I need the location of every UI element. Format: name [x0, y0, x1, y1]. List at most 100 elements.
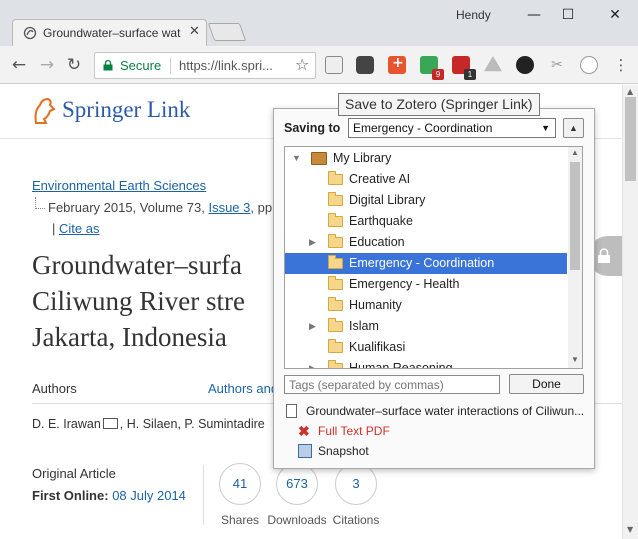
tab-close-icon[interactable]: ✕ — [189, 24, 200, 39]
tree-item-label: Human Reasoning — [349, 361, 453, 369]
scroll-up-icon[interactable]: ▲ — [627, 87, 633, 96]
metric-label: Citations — [332, 513, 380, 527]
tree-item-human-reasoning[interactable]: ▶ Human Reasoning — [285, 358, 567, 369]
tree-item-humanity[interactable]: Humanity — [285, 295, 567, 316]
tree-item-my-library[interactable]: ▼ My Library — [285, 148, 567, 169]
issue-guide-line — [35, 197, 45, 209]
tree-item-creative-ai[interactable]: Creative AI — [285, 169, 567, 190]
authors-line: D. E. Irawan , H. Silaen, P. Sumintadire — [32, 417, 265, 431]
issue-line: February 2015, Volume 73, Issue 3, pp — [48, 200, 272, 215]
cite-line: | Cite as — [52, 221, 100, 236]
done-button[interactable]: Done — [509, 374, 584, 394]
collapsed-twisty-icon[interactable]: ▶ — [309, 232, 316, 253]
collapse-tree-button[interactable]: ▲ — [563, 118, 584, 138]
folder-icon — [328, 276, 343, 290]
folder-icon — [328, 171, 343, 185]
tree-scrollbar[interactable]: ▲ ▼ — [568, 147, 582, 368]
tree-item-emergency-coordination[interactable]: Emergency - Coordination — [285, 253, 567, 274]
collection-select-value: Emergency - Coordination — [353, 121, 493, 135]
forward-button[interactable]: → — [36, 54, 58, 76]
metrics-divider — [203, 465, 204, 525]
journal-link[interactable]: Environmental Earth Sciences — [32, 178, 206, 193]
address-bar[interactable]: Secure https://link.spri... ☆ — [94, 52, 316, 79]
zotero-tooltip: Save to Zotero (Springer Link) — [338, 93, 540, 116]
tree-item-label: Education — [349, 235, 405, 249]
back-button[interactable]: ← — [8, 54, 30, 76]
red-extension-icon[interactable]: 1 — [452, 56, 476, 80]
collection-select[interactable]: Emergency - Coordination ▼ — [348, 118, 556, 138]
metric-value: 3 — [335, 463, 377, 505]
profile-name[interactable]: Hendy — [456, 8, 491, 22]
tree-item-label: Emergency - Coordination — [349, 256, 495, 270]
folder-icon — [328, 339, 343, 353]
folder-icon — [328, 213, 343, 227]
tree-item-label: Kualifikasi — [349, 340, 406, 354]
dropdown-caret-icon: ▼ — [541, 123, 550, 133]
pocket-icon[interactable] — [356, 56, 374, 74]
minimize-button[interactable]: — — [520, 4, 548, 26]
extension-circle-icon[interactable] — [580, 56, 598, 74]
drive-icon[interactable] — [484, 56, 502, 72]
green-extension-badge: 9 — [432, 69, 444, 80]
folder-icon — [328, 360, 343, 368]
tree-item-emergency-health[interactable]: Emergency - Health — [285, 274, 567, 295]
green-extension-icon[interactable]: 9 — [420, 56, 444, 80]
collection-tree: ▼ My Library Creative AI Digital Library… — [284, 146, 583, 369]
browser-toolbar: ← → ↻ Secure https://link.spri... ☆ + 9 … — [0, 46, 638, 84]
first-online: First Online: 08 July 2014 — [32, 488, 186, 503]
reload-button[interactable]: ↻ — [63, 54, 85, 76]
attachment-label: Full Text PDF — [318, 424, 390, 438]
tree-scroll-up-icon[interactable]: ▲ — [571, 148, 579, 157]
title-line-1: Groundwater–surfa — [32, 250, 242, 280]
browser-titlebar: Groundwater–surface wat ✕ Hendy — ☐ ✕ — [0, 0, 638, 46]
new-tab-button[interactable] — [207, 23, 247, 41]
browser-tab[interactable]: Groundwater–surface wat ✕ — [12, 19, 207, 46]
tags-input[interactable] — [284, 375, 500, 394]
plus-extension-icon[interactable]: + — [388, 55, 406, 74]
authors-rest[interactable]: , H. Silaen, P. Sumintadire — [120, 417, 265, 431]
color-picker-icon[interactable] — [516, 56, 534, 74]
collapsed-twisty-icon[interactable]: ▶ — [309, 316, 316, 337]
folder-icon — [328, 255, 343, 269]
scissors-icon[interactable]: ✂ — [548, 56, 566, 74]
menu-kebab-icon[interactable]: ⋮ — [610, 54, 632, 76]
brand-text: Springer Link — [62, 97, 191, 122]
tree-item-digital-library[interactable]: Digital Library — [285, 190, 567, 211]
email-icon[interactable] — [102, 418, 118, 429]
page-scroll-thumb[interactable] — [625, 97, 636, 181]
red-extension-badge: 1 — [464, 69, 476, 80]
tree-item-label: My Library — [333, 151, 392, 165]
first-online-date: 08 July 2014 — [112, 488, 186, 503]
maximize-button[interactable]: ☐ — [554, 4, 582, 26]
tree-item-label: Digital Library — [349, 193, 426, 207]
url-text[interactable]: https://link.spri... — [179, 58, 289, 73]
expanded-twisty-icon[interactable]: ▼ — [292, 148, 301, 169]
title-line-3: Jakarta, Indonesia — [32, 322, 227, 352]
tree-item-kualifikasi[interactable]: Kualifikasi — [285, 337, 567, 358]
scroll-down-icon[interactable]: ▼ — [627, 525, 633, 534]
first-online-label: First Online: — [32, 488, 109, 503]
tree-item-label: Islam — [349, 319, 379, 333]
tree-scroll-down-icon[interactable]: ▼ — [571, 355, 579, 364]
author-first[interactable]: D. E. Irawan — [32, 417, 101, 431]
collapsed-twisty-icon[interactable]: ▶ — [309, 358, 316, 368]
issue-link[interactable]: Issue 3 — [208, 200, 250, 215]
springer-favicon-icon — [23, 26, 37, 40]
snapshot-icon — [298, 444, 312, 458]
tree-scroll-thumb[interactable] — [570, 162, 580, 270]
tree-item-label: Emergency - Health — [349, 277, 460, 291]
zotero-save-icon[interactable] — [325, 56, 343, 74]
tree-item-education[interactable]: ▶ Education — [285, 232, 567, 253]
lock-icon — [103, 60, 113, 71]
page-scrollbar[interactable]: ▲ ▼ — [622, 85, 638, 539]
close-window-button[interactable]: ✕ — [601, 4, 629, 26]
cite-as-link[interactable]: Cite as — [59, 221, 99, 236]
bookmark-star-icon[interactable]: ☆ — [295, 55, 309, 74]
metric-value: 41 — [219, 463, 261, 505]
tree-item-islam[interactable]: ▶ Islam — [285, 316, 567, 337]
tree-item-earthquake[interactable]: Earthquake — [285, 211, 567, 232]
tab-authors[interactable]: Authors — [32, 381, 77, 396]
folder-icon — [328, 192, 343, 206]
title-line-2: Ciliwung River stre — [32, 286, 245, 316]
metric-citations[interactable]: 3 Citations — [321, 463, 391, 527]
